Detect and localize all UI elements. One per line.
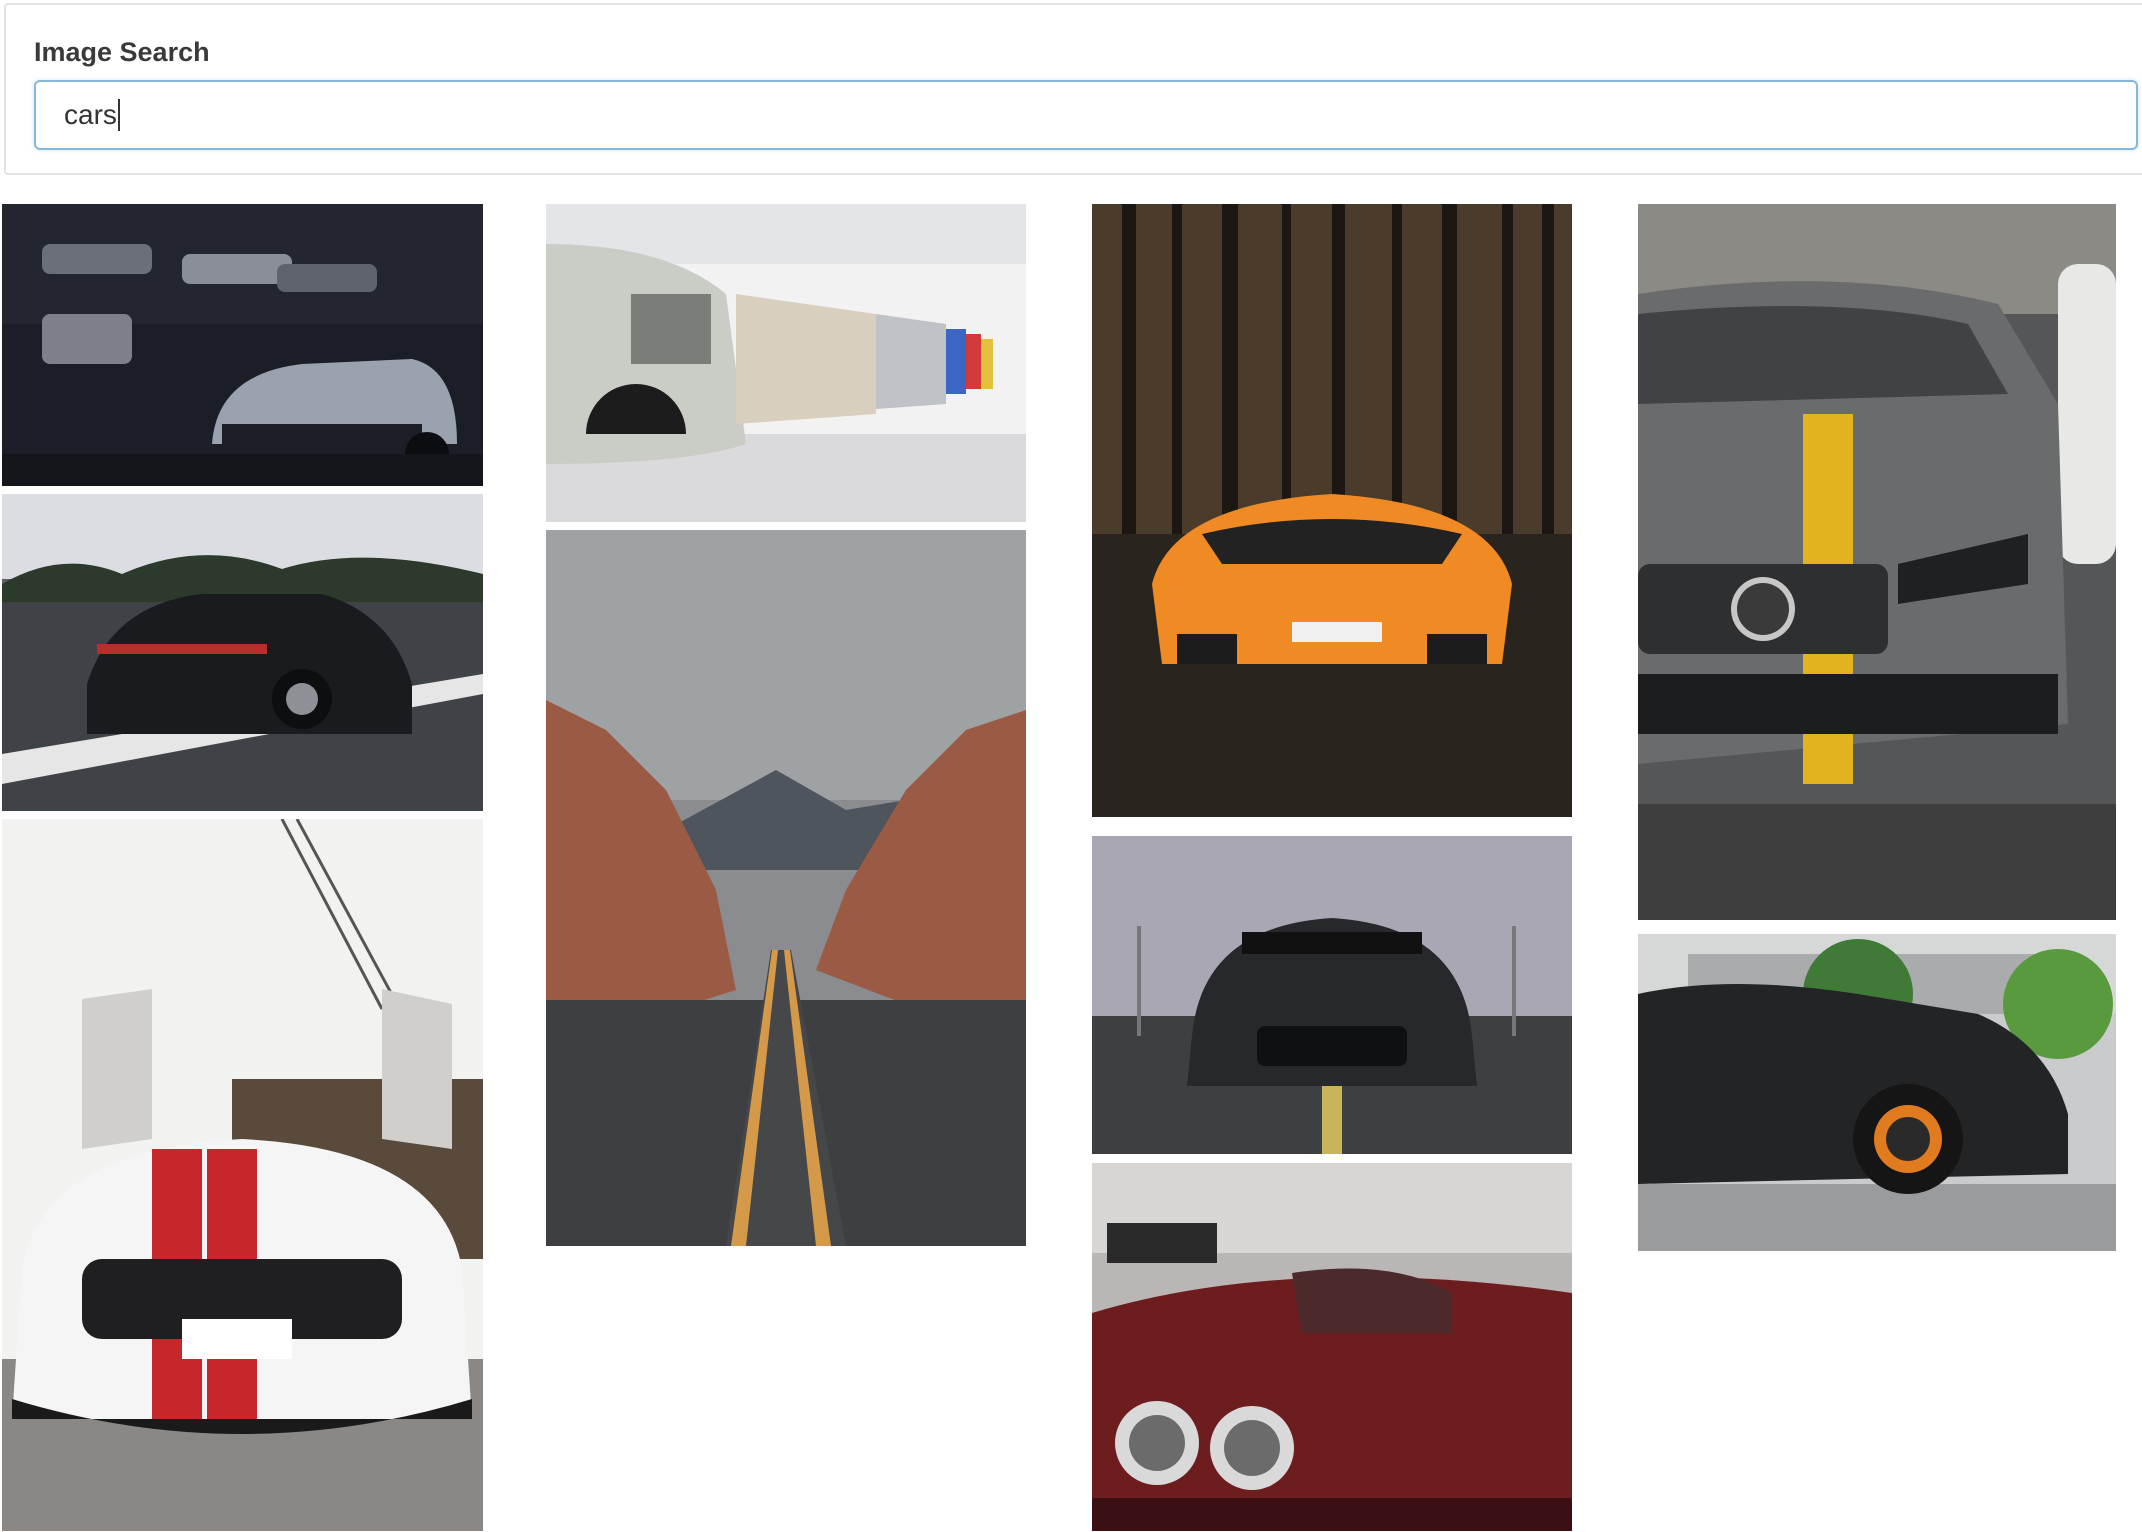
result-image-9[interactable] [1638, 204, 2116, 920]
result-image-2[interactable] [2, 494, 483, 811]
image-search-panel: Image Search cars [4, 3, 2142, 175]
result-image-5[interactable] [546, 530, 1026, 1246]
result-image-4[interactable] [546, 204, 1026, 522]
result-image-10[interactable] [1638, 934, 2116, 1251]
result-image-8[interactable] [1092, 1163, 1572, 1531]
result-image-6[interactable] [1092, 204, 1572, 817]
text-cursor [117, 99, 120, 131]
result-image-3[interactable] [2, 819, 483, 1531]
search-input[interactable]: cars [34, 80, 2138, 150]
search-input-value: cars [64, 99, 117, 130]
image-search-label: Image Search [34, 37, 210, 67]
result-image-1[interactable] [2, 204, 483, 486]
result-image-7[interactable] [1092, 836, 1572, 1154]
